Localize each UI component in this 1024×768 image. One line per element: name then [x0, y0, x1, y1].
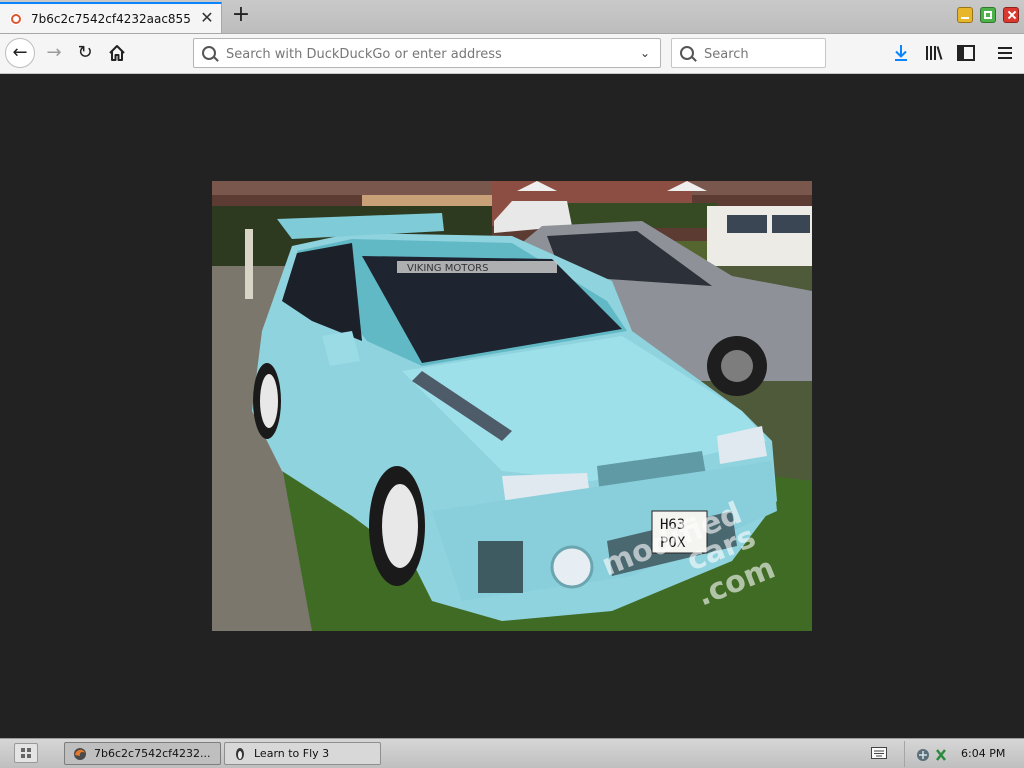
car-photo[interactable]: VIKING MOTORS H63 POX modified cars .com: [212, 181, 812, 631]
taskbar-item-browser[interactable]: 7b6c2c7542cf4232...: [64, 742, 221, 765]
url-input[interactable]: [224, 44, 628, 64]
search-input[interactable]: [702, 44, 821, 64]
navigation-toolbar: ← → ↻ ⌄: [0, 34, 1024, 74]
network-icon[interactable]: [915, 747, 949, 763]
tab-title: 7b6c2c7542cf4232aac8558a: [31, 12, 191, 26]
duckduckgo-icon: [9, 12, 23, 26]
system-tray: 6:04 PM: [904, 741, 1024, 767]
new-tab-button[interactable]: +: [229, 4, 253, 28]
tab-strip: 7b6c2c7542cf4232aac8558a ✕ +: [0, 0, 1024, 34]
taskbar: 7b6c2c7542cf4232... Learn to Fly 3 6:04 …: [0, 738, 1024, 768]
address-bar[interactable]: ⌄: [193, 38, 661, 68]
start-menu-button[interactable]: [14, 743, 38, 763]
home-button[interactable]: [102, 38, 132, 68]
search-box[interactable]: [671, 38, 826, 68]
home-icon: [109, 45, 125, 61]
app-icon: [236, 748, 244, 760]
taskbar-item-label: 7b6c2c7542cf4232...: [94, 747, 211, 760]
library-icon[interactable]: [923, 42, 945, 64]
search-icon: [202, 46, 216, 60]
tab-close-icon[interactable]: ✕: [199, 10, 215, 26]
page-content: VIKING MOTORS H63 POX modified cars .com: [0, 74, 1024, 738]
taskbar-item-label: Learn to Fly 3: [254, 747, 330, 760]
clock: 6:04 PM: [961, 747, 1006, 760]
chevron-down-icon[interactable]: ⌄: [638, 46, 652, 60]
menu-icon[interactable]: [994, 42, 1016, 64]
minimize-icon[interactable]: [957, 7, 973, 23]
maximize-icon[interactable]: [980, 7, 996, 23]
download-icon[interactable]: [890, 42, 912, 64]
browser-tab[interactable]: 7b6c2c7542cf4232aac8558a ✕: [0, 2, 222, 33]
firefox-icon: [74, 748, 86, 760]
forward-button[interactable]: →: [39, 38, 69, 68]
sidebar-icon[interactable]: [955, 42, 977, 64]
reload-button[interactable]: ↻: [70, 38, 100, 68]
car-photo-illustration: VIKING MOTORS H63 POX modified cars .com: [212, 181, 812, 631]
windshield-banner: VIKING MOTORS: [407, 263, 488, 274]
keyboard-icon[interactable]: [871, 747, 887, 759]
close-icon[interactable]: [1003, 7, 1019, 23]
search-icon: [680, 46, 694, 60]
back-button[interactable]: ←: [5, 38, 35, 68]
taskbar-item-learn-to-fly[interactable]: Learn to Fly 3: [224, 742, 381, 765]
